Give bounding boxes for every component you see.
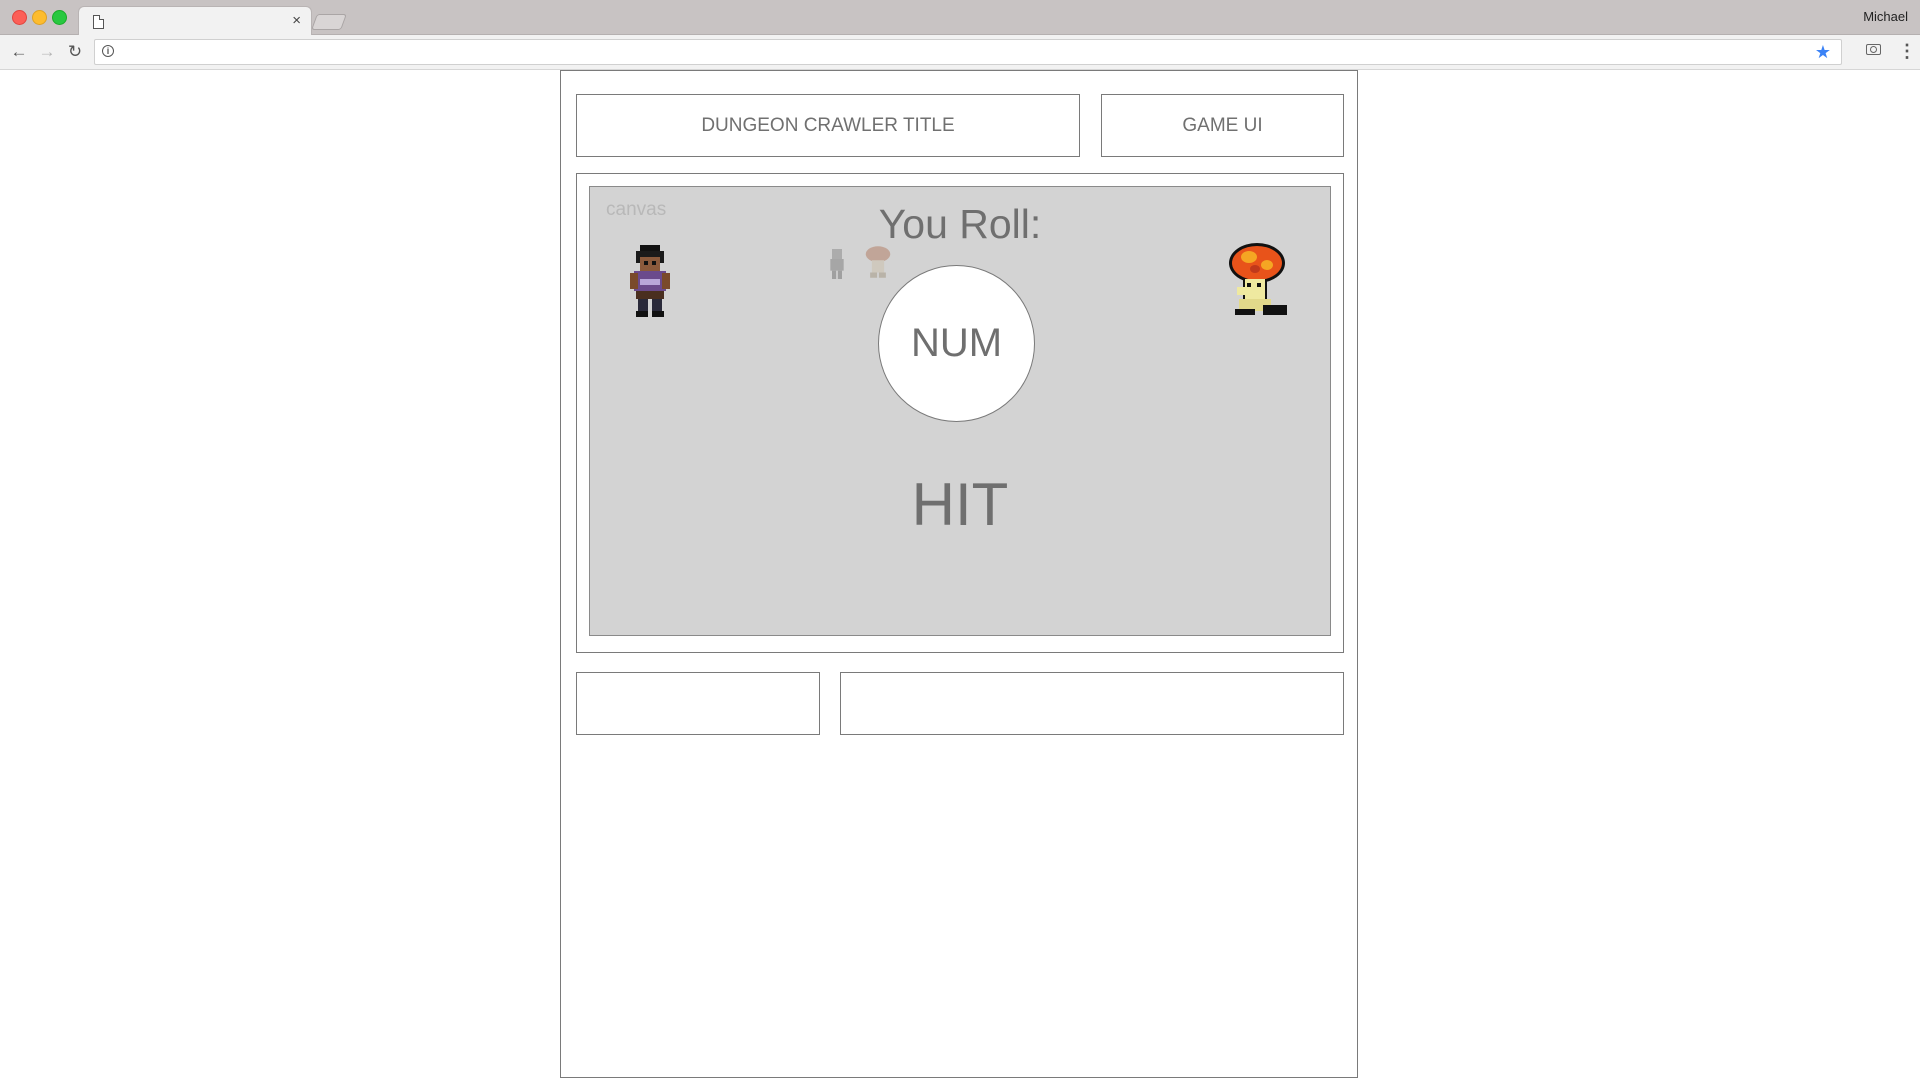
bottom-right-panel	[840, 672, 1344, 735]
mushroom-enemy-icon	[1229, 243, 1287, 315]
star-icon[interactable]: ★	[1815, 41, 1831, 63]
faded-hero-icon	[830, 249, 844, 279]
new-tab-button[interactable]	[311, 14, 347, 30]
stage-panel: canvas You Roll: NUM HIT	[576, 173, 1344, 653]
hero-sprite-icon	[630, 245, 670, 317]
browser-toolbar: ← → ↻ i ★ ⋮	[0, 35, 1920, 70]
bottom-left-panel	[576, 672, 820, 735]
info-icon[interactable]: i	[102, 45, 114, 57]
forward-arrow-icon[interactable]: →	[36, 41, 58, 63]
faded-mushroom-icon	[865, 246, 891, 278]
camera-icon[interactable]	[1866, 44, 1881, 55]
browser-titlebar: × Michael	[0, 0, 1920, 35]
reload-icon[interactable]: ↻	[64, 41, 86, 63]
game-title: DUNGEON CRAWLER TITLE	[576, 94, 1080, 157]
roll-label: You Roll:	[878, 201, 1042, 247]
profile-name[interactable]: Michael	[1863, 9, 1908, 24]
browser-tab[interactable]: ×	[78, 6, 312, 35]
back-arrow-icon[interactable]: ←	[8, 41, 30, 63]
window-maximize-button[interactable]	[52, 10, 67, 25]
roll-number-circle[interactable]: NUM	[878, 265, 1035, 422]
page-container: DUNGEON CRAWLER TITLE GAME UI canvas You…	[560, 70, 1358, 1078]
game-ui-panel: GAME UI	[1101, 94, 1344, 157]
game-canvas[interactable]: canvas You Roll: NUM HIT	[589, 186, 1331, 636]
document-icon	[93, 15, 104, 29]
window-minimize-button[interactable]	[32, 10, 47, 25]
roll-result: HIT	[911, 471, 1009, 538]
tab-close-icon[interactable]: ×	[292, 11, 301, 31]
window-close-button[interactable]	[12, 10, 27, 25]
address-bar[interactable]: i ★	[94, 39, 1842, 65]
menu-icon[interactable]: ⋮	[1898, 41, 1916, 63]
